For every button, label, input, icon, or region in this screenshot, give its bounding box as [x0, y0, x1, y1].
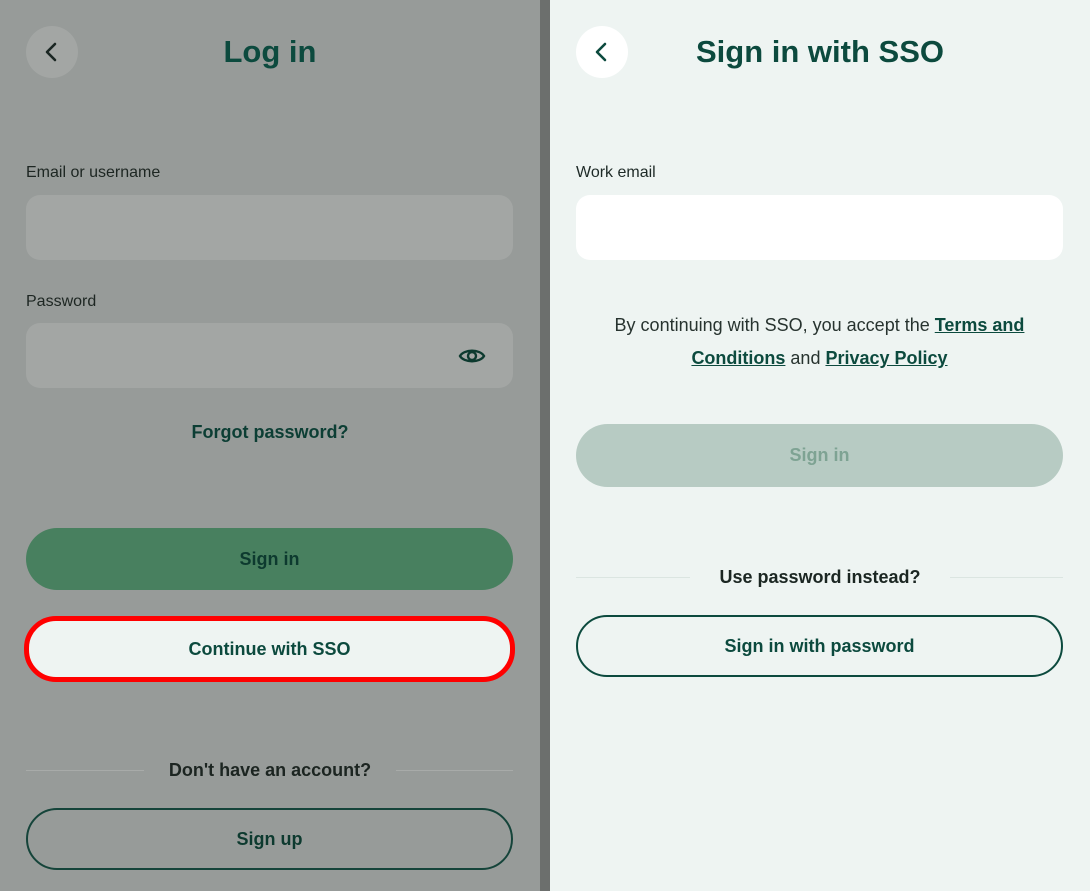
show-password-toggle[interactable] [457, 341, 487, 371]
sso-screen: Sign in with SSO Work email By continuin… [550, 0, 1090, 891]
email-label: Email or username [26, 164, 161, 181]
screen-divider [540, 0, 550, 891]
continue-with-sso-button[interactable]: Continue with SSO [24, 616, 515, 682]
login-screen: Log in Email or username Password Forgot… [0, 0, 540, 891]
work-email-input[interactable] [576, 195, 1063, 260]
forgot-password-link[interactable]: Forgot password? [0, 422, 540, 443]
password-label: Password [26, 293, 97, 310]
sign-up-button[interactable]: Sign up [26, 808, 513, 870]
eye-icon [458, 349, 486, 363]
page-title: Sign in with SSO [696, 34, 944, 69]
password-input[interactable] [26, 323, 513, 388]
sign-in-button[interactable]: Sign in [26, 528, 513, 590]
sso-sign-in-button[interactable]: Sign in [576, 424, 1063, 487]
work-email-label: Work email [576, 164, 656, 181]
separator-line-right [950, 577, 1063, 578]
separator-line-right [396, 770, 513, 771]
terms-text: By continuing with SSO, you accept the T… [576, 309, 1063, 375]
sign-in-with-password-button[interactable]: Sign in with password [576, 615, 1063, 677]
terms-prefix: By continuing with SSO, you accept the [614, 315, 935, 335]
terms-middle: and [785, 348, 826, 368]
page-title: Log in [223, 34, 317, 69]
email-input[interactable] [26, 195, 513, 260]
privacy-policy-link[interactable]: Privacy Policy [825, 348, 947, 368]
